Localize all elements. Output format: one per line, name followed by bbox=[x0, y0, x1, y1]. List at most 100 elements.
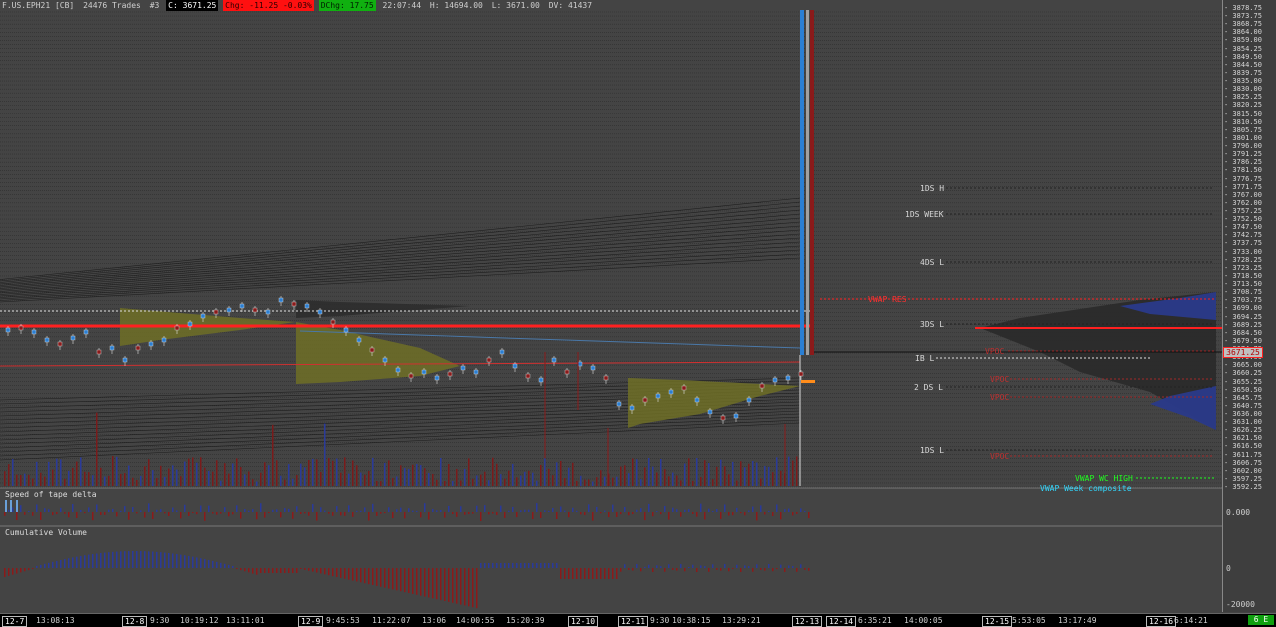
level-ib-low: IB L bbox=[915, 354, 935, 363]
trades-count: 24476 Trades bbox=[83, 1, 141, 10]
time-tick-label: 5:53:05 bbox=[1012, 616, 1046, 625]
price-tick-label: - 3820.25 bbox=[1224, 101, 1262, 110]
price-tick-label: - 3771.75 bbox=[1224, 182, 1262, 191]
time-tick-label: 13:11:01 bbox=[226, 616, 265, 625]
time-tick-label: 9:45:53 bbox=[326, 616, 360, 625]
date-marker: 12-7 bbox=[2, 616, 28, 627]
level-vpoc-2: VPOC bbox=[990, 375, 1010, 384]
price-tick-label: - 3718.50 bbox=[1224, 271, 1262, 280]
price-tick-label: - 3878.75 bbox=[1224, 4, 1262, 12]
price-tick-label: - 3597.25 bbox=[1224, 474, 1262, 483]
price-tick-label: - 3611.75 bbox=[1224, 450, 1262, 459]
level-vpoc-1: VPOC bbox=[985, 347, 1005, 356]
cumulative-volume-bars bbox=[4, 551, 810, 609]
level-1ds-high: 1DS H bbox=[920, 184, 945, 193]
price-axis-ticks: - 3878.75- 3873.75- 3868.75- 3864.00- 38… bbox=[1224, 0, 1276, 492]
date-marker: 12-9 bbox=[298, 616, 324, 627]
level-1ds-week: 1DS WEEK bbox=[905, 210, 944, 219]
level-vwap-wc-high: VWAP WC HIGH bbox=[1075, 474, 1133, 483]
price-tick-label: - 3684.50 bbox=[1224, 328, 1262, 337]
change-value: Chg: -11.25 -0.03% bbox=[223, 0, 314, 11]
price-tick-label: - 3689.25 bbox=[1224, 320, 1262, 329]
delta-pane-title: Speed of tape delta bbox=[5, 490, 97, 499]
date-marker: 12-14 bbox=[826, 616, 857, 627]
price-tick-label: - 3602.00 bbox=[1224, 466, 1262, 475]
price-tick-label: - 3723.25 bbox=[1224, 263, 1262, 272]
price-tick-label: - 3679.50 bbox=[1224, 336, 1262, 345]
time-tick-label: 11:22:07 bbox=[372, 616, 411, 625]
time-tick-label: 13:29:21 bbox=[722, 616, 761, 625]
price-tick-label: - 3660.25 bbox=[1224, 369, 1262, 378]
time-tick-label: 6:14:21 bbox=[1174, 616, 1208, 625]
price-tick-label: - 3728.25 bbox=[1224, 255, 1262, 264]
level-4ds-low: 4DS L bbox=[920, 258, 945, 267]
profile-gray-day2 bbox=[296, 300, 470, 318]
time-tick-label: 13:17:49 bbox=[1058, 616, 1097, 625]
level-vwap-res: VWAP RES bbox=[868, 295, 907, 304]
price-tick-label: - 3592.25 bbox=[1224, 483, 1262, 492]
price-tick-label: - 3606.75 bbox=[1224, 458, 1262, 467]
price-tick-label: - 3650.50 bbox=[1224, 385, 1262, 394]
price-tick-label: - 3708.75 bbox=[1224, 288, 1262, 297]
delta-zero-label: 0.000 bbox=[1226, 508, 1251, 517]
price-tick-label: - 3815.50 bbox=[1224, 109, 1262, 118]
price-tick-label: - 3849.50 bbox=[1224, 52, 1262, 61]
price-tick-label: - 3844.50 bbox=[1224, 60, 1262, 69]
price-tick-label: - 3631.00 bbox=[1224, 418, 1262, 427]
price-tick-label: - 3767.00 bbox=[1224, 190, 1262, 199]
price-tick-label: - 3868.75 bbox=[1224, 20, 1262, 29]
chart-canvas[interactable] bbox=[0, 0, 1276, 626]
date-marker: 12-13 bbox=[792, 616, 823, 627]
time-axis[interactable]: 12-7 13:08:13 12-8 9:30 10:19:12 13:11:01 12-9… bbox=[0, 613, 1276, 627]
volume-value: DV: 41437 bbox=[548, 1, 593, 10]
price-tick-label: - 3640.75 bbox=[1224, 401, 1262, 410]
price-tick-label: - 3786.25 bbox=[1224, 158, 1262, 167]
low-value: L: 3671.00 bbox=[491, 1, 540, 10]
price-tick-label: - 3742.75 bbox=[1224, 231, 1262, 240]
date-marker: 12-8 bbox=[122, 616, 148, 627]
level-2ds-low: 2 DS L bbox=[914, 383, 943, 392]
level-3ds-low: 3DS L bbox=[920, 320, 945, 329]
date-marker: 12-11 bbox=[618, 616, 649, 627]
level-vwap-week-composite: VWAP Week composite bbox=[1040, 484, 1132, 493]
price-tick-label: - 3616.50 bbox=[1224, 442, 1262, 451]
price-tick-label: - 3854.25 bbox=[1224, 44, 1262, 53]
price-tick-label: - 3801.00 bbox=[1224, 133, 1262, 142]
level-vpoc-4: VPOC bbox=[990, 452, 1010, 461]
price-tick-label: - 3762.00 bbox=[1224, 198, 1262, 207]
time-tick-label: 15:20:39 bbox=[506, 616, 545, 625]
time-tick-label: 10:38:15 bbox=[672, 616, 711, 625]
price-tick-label: - 3665.00 bbox=[1224, 361, 1262, 370]
time-tick-label: 10:19:12 bbox=[180, 616, 219, 625]
time-tick-label: 13:06 bbox=[422, 616, 447, 625]
price-tick-label: - 3776.75 bbox=[1224, 174, 1262, 183]
price-tick-label: - 3747.50 bbox=[1224, 223, 1262, 232]
high-value: H: 14694.00 bbox=[429, 1, 483, 10]
speed-of-tape-delta-bars bbox=[4, 500, 810, 521]
cum-low-label: -20000 bbox=[1226, 600, 1255, 609]
time-tick-label: 14:00:55 bbox=[456, 616, 495, 625]
price-tick-label: - 3703.75 bbox=[1224, 296, 1262, 305]
price-tick-label: - 3825.25 bbox=[1224, 93, 1262, 102]
price-tick-label: - 3835.00 bbox=[1224, 77, 1262, 86]
price-tick-label: - 3796.00 bbox=[1224, 142, 1262, 151]
price-tick-label: - 3752.50 bbox=[1224, 215, 1262, 224]
zoom-indicator[interactable]: 6 E bbox=[1248, 615, 1274, 625]
price-tick-label: - 3873.75 bbox=[1224, 12, 1262, 21]
price-tick-label: - 3626.25 bbox=[1224, 426, 1262, 435]
price-tick-label: - 3645.75 bbox=[1224, 393, 1262, 402]
price-tick-label: - 3859.00 bbox=[1224, 36, 1262, 45]
cum-volume-pane-title: Cumulative Volume bbox=[5, 528, 87, 537]
price-tick-label: - 3655.25 bbox=[1224, 377, 1262, 386]
price-tick-label: - 3636.00 bbox=[1224, 410, 1262, 418]
date-marker: 12-16 bbox=[1146, 616, 1177, 627]
bar-count: #3 bbox=[149, 1, 160, 10]
time-value: 22:07:44 bbox=[382, 1, 422, 10]
price-tick-label: - 3830.00 bbox=[1224, 85, 1262, 94]
price-tick-label: - 3737.75 bbox=[1224, 239, 1262, 248]
level-1ds-low: 1DS L bbox=[920, 446, 945, 455]
price-tick-label: - 3864.00 bbox=[1224, 28, 1262, 37]
time-tick-label: 9:30 bbox=[150, 616, 170, 625]
price-tick-label: - 3757.25 bbox=[1224, 207, 1262, 215]
date-marker: 12-15 bbox=[982, 616, 1013, 627]
